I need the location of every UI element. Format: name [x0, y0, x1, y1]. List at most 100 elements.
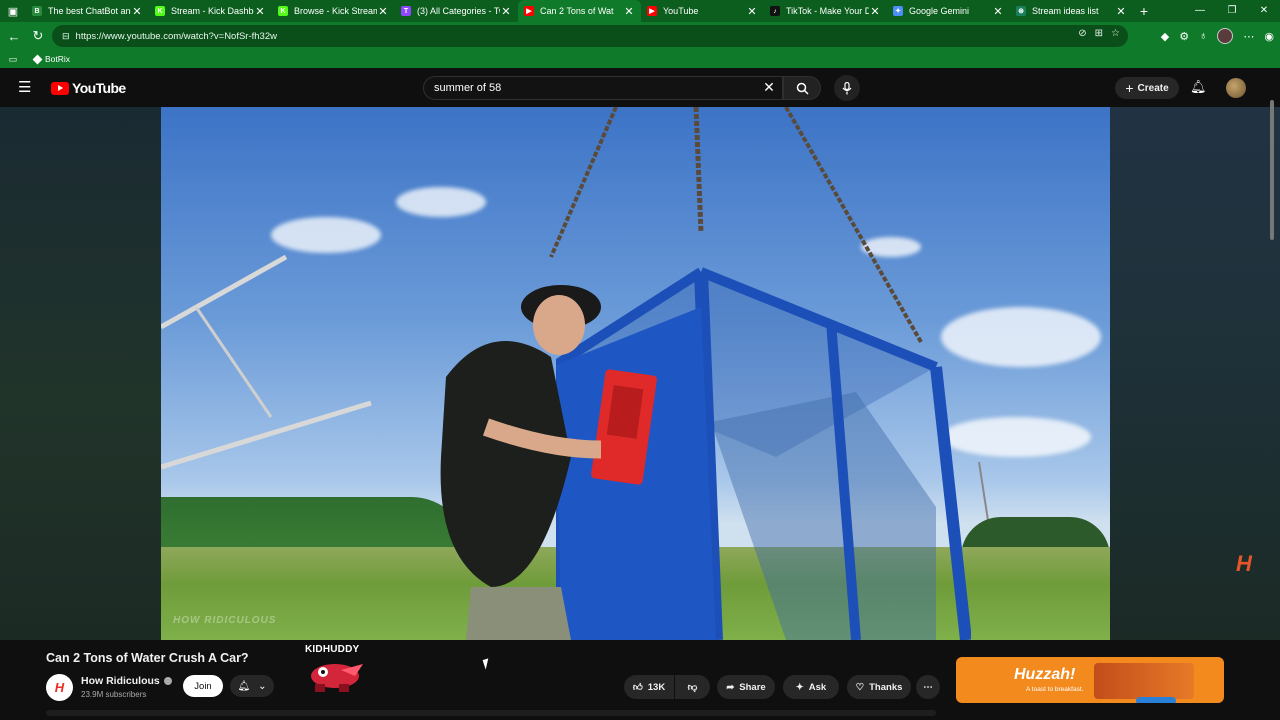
browser-tab[interactable]: ▶ YouTube ✕ [641, 0, 764, 22]
description-box-edge [46, 710, 936, 716]
subscriber-count: 23.9M subscribers [81, 690, 147, 699]
share-icon: ➦ [726, 681, 735, 693]
create-button[interactable]: + Create [1115, 77, 1179, 99]
person-figure [440, 285, 601, 640]
subscription-notifications-button[interactable]: 🔔︎ ⌄ [230, 675, 274, 697]
thanks-button[interactable]: ♡ Thanks [847, 675, 911, 699]
copilot-icon[interactable]: ◉ [1264, 30, 1274, 43]
link-icon[interactable]: ⊘ [1078, 28, 1086, 39]
tab-favicon-icon: T [401, 6, 411, 16]
window-menu-icon[interactable]: ▣ [0, 0, 26, 22]
thumbs-down-icon: 👎︎ [687, 682, 698, 693]
ad-tagline: A toast to breakfast. [1026, 686, 1084, 693]
bookmark-botrix[interactable]: BotRix [32, 54, 70, 64]
browser-tab[interactable]: K Browse - Kick Streamin✕ [272, 0, 395, 22]
youtube-logo[interactable]: YouTube [51, 80, 126, 96]
channel-avatar-letter: H [54, 680, 65, 695]
bookmarks-panel-icon[interactable]: ▭ [8, 54, 18, 65]
sponsored-ad-banner[interactable]: Huzzah! A toast to breakfast. [956, 657, 1224, 703]
video-player[interactable]: HOW RIDICULOUS [161, 107, 1110, 640]
tab-close-icon[interactable]: ✕ [254, 5, 266, 18]
tab-close-icon[interactable]: ✕ [623, 5, 635, 18]
like-button[interactable]: 👍︎ 13K [624, 675, 674, 699]
tab-favicon-icon: K [155, 6, 165, 16]
close-window-button[interactable]: ✕ [1248, 0, 1280, 22]
search-button[interactable] [783, 76, 821, 100]
restore-button[interactable]: ❐ [1216, 0, 1248, 22]
tab-close-icon[interactable]: ✕ [500, 5, 512, 18]
window-controls: — ❐ ✕ [1184, 0, 1280, 22]
youtube-wordmark: YouTube [72, 80, 126, 96]
browser-tab[interactable]: ♪ TikTok - Make Your Da ✕ [764, 0, 887, 22]
plus-icon: + [1125, 80, 1134, 96]
tab-title: Browse - Kick Streamin [294, 6, 377, 16]
extensions-icon[interactable]: ⚙ [1179, 30, 1189, 43]
more-icon: ⋯ [923, 681, 933, 693]
clear-search-icon[interactable]: ✕ [760, 79, 778, 96]
new-tab-button[interactable]: + [1133, 3, 1155, 19]
kidhuddy-label: KIDHUDDY [305, 644, 360, 655]
browser-tab[interactable]: T (3) All Categories - Twi ✕ [395, 0, 518, 22]
omnibox-icons: ⊘ ⊞ ☆ [1078, 28, 1120, 39]
extension-flask-icon[interactable]: ♁ [1199, 30, 1207, 42]
extension-diamond-icon[interactable]: ◆ [1161, 30, 1169, 43]
more-actions-button[interactable]: ⋯ [916, 675, 940, 699]
sparkle-icon: ✦ [795, 681, 804, 693]
join-button[interactable]: Join [183, 675, 223, 697]
url-bar[interactable]: ⊟ https://www.youtube.com/watch?v=NofSr-… [52, 25, 1128, 47]
tab-close-icon[interactable]: ✕ [746, 5, 758, 18]
tab-close-icon[interactable]: ✕ [377, 5, 389, 18]
tab-title: (3) All Categories - Twi [417, 6, 500, 16]
site-info-icon[interactable]: ⊟ [62, 31, 70, 42]
minimize-button[interactable]: — [1184, 0, 1216, 22]
tab-close-icon[interactable]: ✕ [992, 5, 1004, 18]
address-bar-row: ← ↻ ⊟ https://www.youtube.com/watch?v=No… [0, 22, 1280, 50]
install-app-icon[interactable]: ⊞ [1095, 28, 1103, 39]
search-input[interactable]: summer of 58 ✕ [423, 76, 783, 100]
microphone-icon [842, 81, 852, 94]
blue-steel-cage [556, 267, 971, 640]
channel-corner-logo: H [1236, 551, 1252, 576]
channel-avatar[interactable]: H [46, 674, 73, 701]
browser-tab[interactable]: ▶ Can 2 Tons of Wat ✕ [518, 0, 641, 22]
page-scrollbar-thumb[interactable] [1270, 100, 1274, 240]
voice-search-button[interactable] [834, 75, 860, 101]
browser-menu-icon[interactable]: ⋯ [1243, 30, 1254, 43]
tab-close-icon[interactable]: ✕ [869, 5, 881, 18]
browser-tab[interactable]: K Stream - Kick Dashboa✕ [149, 0, 272, 22]
tab-title: The best ChatBot and [48, 6, 131, 16]
chevron-down-icon: ⌄ [258, 680, 267, 692]
back-icon[interactable]: ← [2, 24, 26, 48]
browser-tab[interactable]: ✦ Google Gemini ✕ [887, 0, 1010, 22]
reload-icon[interactable]: ↻ [26, 24, 50, 48]
video-details: Can 2 Tons of Water Crush A Car? H How R… [0, 640, 1280, 720]
tab-favicon-icon: B [32, 6, 42, 16]
browser-tab[interactable]: B The best ChatBot and ✕ [26, 0, 149, 22]
dislike-button[interactable]: 👎︎ [675, 675, 710, 699]
profile-avatar[interactable] [1217, 28, 1234, 44]
browser-tab[interactable]: ⊛ Stream ideas list ✕ [1010, 0, 1133, 22]
notifications-bell-icon[interactable]: 🔔︎ [1190, 79, 1207, 95]
account-avatar[interactable] [1226, 78, 1246, 98]
tab-close-icon[interactable]: ✕ [1115, 5, 1127, 18]
bell-icon: 🔔︎ [237, 680, 251, 692]
tab-close-icon[interactable]: ✕ [131, 5, 143, 18]
ad-cta-button[interactable] [1136, 697, 1176, 703]
share-label: Share [739, 681, 766, 693]
video-area: HOW RIDICULOUS H [0, 107, 1280, 640]
hamburger-menu-icon[interactable]: ☰ [18, 80, 36, 96]
share-button[interactable]: ➦ Share [717, 675, 775, 699]
ambient-left [0, 107, 161, 640]
bookmark-star-icon[interactable]: ☆ [1111, 28, 1120, 39]
ask-button[interactable]: ✦ Ask [783, 675, 839, 699]
tab-title: Google Gemini [909, 6, 970, 16]
tab-title: TikTok - Make Your Da [786, 6, 869, 16]
join-label: Join [194, 680, 212, 692]
thumbs-up-icon: 👍︎ [632, 682, 643, 693]
tab-favicon-icon: K [278, 6, 288, 16]
search-query: summer of 58 [434, 82, 502, 94]
thanks-label: Thanks [869, 681, 903, 693]
tab-title: Stream - Kick Dashboa [171, 6, 254, 16]
channel-name-link[interactable]: How Ridiculous [81, 675, 172, 687]
video-watermark: HOW RIDICULOUS [173, 615, 277, 626]
